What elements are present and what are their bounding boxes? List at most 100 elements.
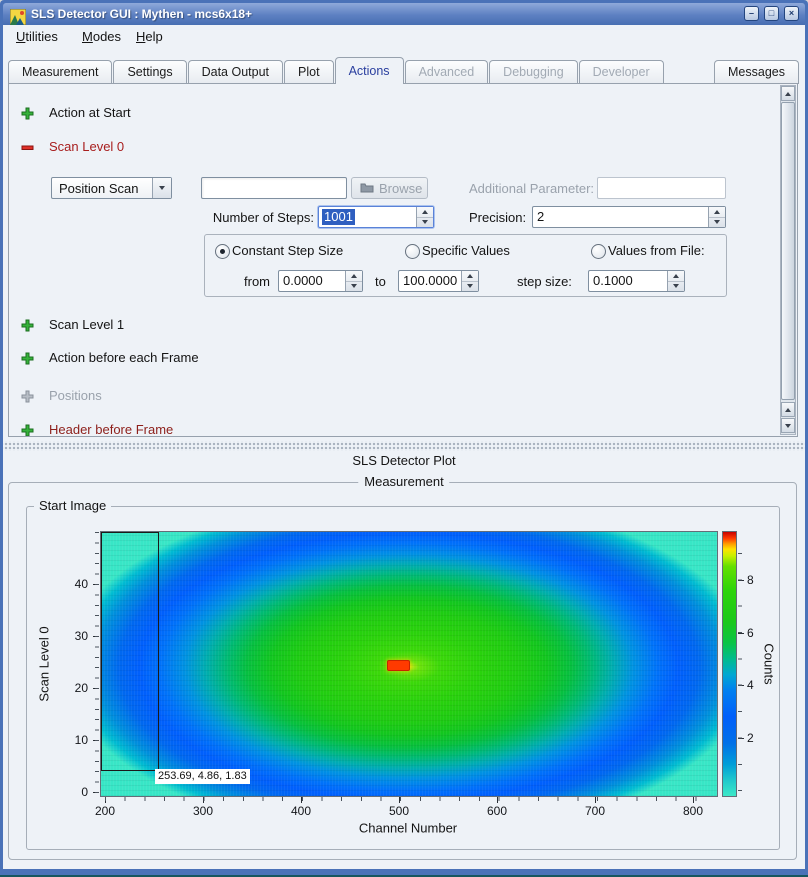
tab-advanced: Advanced: [405, 60, 489, 84]
scrollbar-thumb[interactable]: [781, 102, 795, 400]
cursor-readout: 253.69, 4.86, 1.83: [155, 769, 250, 784]
browse-button-label: Browse: [379, 181, 422, 196]
constant-step-size-label[interactable]: Constant Step Size: [232, 243, 343, 258]
colorbar-axis-label: Counts: [762, 643, 777, 684]
heatmap-canvas[interactable]: 253.69, 4.86, 1.83: [100, 531, 718, 797]
start-image-title: Start Image: [34, 498, 111, 513]
menu-modes[interactable]: Modes: [78, 28, 125, 45]
tab-actions[interactable]: Actions: [335, 57, 404, 84]
expand-plus-icon[interactable]: [21, 424, 34, 437]
dock-title: SLS Detector Plot: [0, 453, 808, 468]
x-tick-label: 400: [286, 804, 316, 818]
menu-help[interactable]: Help: [132, 28, 167, 45]
values-from-file-label[interactable]: Values from File:: [608, 243, 705, 258]
tab-plot[interactable]: Plot: [284, 60, 334, 84]
tab-developer: Developer: [579, 60, 664, 84]
spin-down-icon[interactable]: [668, 282, 684, 292]
spin-up-icon[interactable]: [462, 271, 478, 282]
close-button[interactable]: ×: [784, 6, 799, 21]
from-value[interactable]: 0.0000: [283, 273, 323, 289]
header-before-frame-label[interactable]: Header before Frame: [49, 422, 173, 437]
spin-down-icon[interactable]: [462, 282, 478, 292]
spin-up-icon[interactable]: [709, 207, 725, 218]
to-label: to: [375, 274, 386, 289]
tab-debugging: Debugging: [489, 60, 577, 84]
tab-settings[interactable]: Settings: [113, 60, 186, 84]
constant-step-size-radio[interactable]: [215, 244, 230, 259]
colorbar-tick-label: 4: [747, 678, 754, 692]
x-tick-label: 300: [188, 804, 218, 818]
colorbar: [722, 531, 737, 797]
minimize-button[interactable]: –: [744, 6, 759, 21]
step-size-spinbox[interactable]: 0.1000: [588, 270, 685, 292]
y-tick-label: 20: [64, 681, 88, 695]
chevron-down-icon[interactable]: [152, 178, 171, 198]
splitter-handle[interactable]: [3, 441, 805, 451]
x-tick-label: 800: [678, 804, 708, 818]
positions-label: Positions: [49, 388, 102, 403]
menu-utilities[interactable]: Utilities: [12, 28, 62, 45]
to-spinbox[interactable]: 100.0000: [398, 270, 479, 292]
number-of-steps-spinbox[interactable]: 1001: [318, 206, 434, 228]
scan-level-0-label[interactable]: Scan Level 0: [49, 139, 124, 154]
x-tick-label: 600: [482, 804, 512, 818]
colorbar-tick-label: 8: [747, 573, 754, 587]
step-size-label: step size:: [517, 274, 572, 289]
zoom-selection-rect: [101, 532, 159, 771]
maximize-button[interactable]: □: [764, 6, 779, 21]
expand-plus-disabled-icon: [21, 390, 34, 403]
tab-bar: Measurement Settings Data Output Plot Ac…: [8, 60, 800, 84]
precision-spinbox[interactable]: 2: [532, 206, 726, 228]
collapse-minus-icon[interactable]: [21, 141, 34, 154]
colorbar-tick-label: 6: [747, 626, 754, 640]
tab-data-output[interactable]: Data Output: [188, 60, 283, 84]
scan-mode-combobox[interactable]: Position Scan: [51, 177, 172, 199]
spin-down-icon[interactable]: [709, 218, 725, 228]
action-before-each-frame-label[interactable]: Action before each Frame: [49, 350, 199, 365]
scroll-up-icon[interactable]: [781, 86, 795, 101]
y-tick-label: 30: [64, 629, 88, 643]
specific-values-label[interactable]: Specific Values: [422, 243, 510, 258]
expand-plus-icon[interactable]: [21, 319, 34, 332]
browse-icon: [360, 181, 374, 196]
colorbar-tick-label: 2: [747, 731, 754, 745]
scroll-up-icon[interactable]: [781, 402, 795, 417]
tab-messages[interactable]: Messages: [714, 60, 799, 84]
scroll-down-icon[interactable]: [781, 418, 795, 433]
number-of-steps-value[interactable]: 1001: [322, 209, 355, 225]
spin-up-icon[interactable]: [417, 207, 433, 218]
y-axis-label: Scan Level 0: [37, 626, 52, 701]
from-spinbox[interactable]: 0.0000: [278, 270, 363, 292]
y-axis-minor-ticks: [95, 532, 99, 793]
y-tick-label: 40: [64, 577, 88, 591]
app-window: SLS Detector GUI : Mythen - mcs6x18+ – □…: [0, 0, 808, 877]
browse-button: Browse: [351, 177, 428, 199]
to-value[interactable]: 100.0000: [403, 273, 457, 289]
x-tick-label: 500: [384, 804, 414, 818]
tab-measurement[interactable]: Measurement: [8, 60, 112, 84]
specific-values-radio[interactable]: [405, 244, 420, 259]
vertical-scrollbar[interactable]: [780, 85, 796, 435]
precision-value[interactable]: 2: [537, 209, 544, 225]
actions-pane: Action at Start Scan Level 0 Position Sc…: [8, 83, 798, 437]
scan-script-input[interactable]: [201, 177, 347, 199]
spin-up-icon[interactable]: [668, 271, 684, 282]
heatmap-peak-marker: [387, 660, 410, 671]
y-tick-label: 0: [64, 785, 88, 799]
additional-parameter-input: [597, 177, 726, 199]
spin-up-icon[interactable]: [346, 271, 362, 282]
spin-down-icon[interactable]: [346, 282, 362, 292]
step-size-value[interactable]: 0.1000: [593, 273, 633, 289]
from-label: from: [244, 274, 270, 289]
colorbar-minor-ticks: [738, 553, 742, 793]
values-from-file-radio[interactable]: [591, 244, 606, 259]
x-axis-minor-ticks: [105, 797, 715, 801]
measurement-group-title: Measurement: [358, 474, 449, 489]
expand-plus-icon[interactable]: [21, 107, 34, 120]
expand-plus-icon[interactable]: [21, 352, 34, 365]
scan-level-1-label[interactable]: Scan Level 1: [49, 317, 124, 332]
number-of-steps-label: Number of Steps:: [199, 210, 314, 225]
action-at-start-label[interactable]: Action at Start: [49, 105, 131, 120]
titlebar[interactable]: SLS Detector GUI : Mythen - mcs6x18+ – □…: [3, 3, 805, 25]
spin-down-icon[interactable]: [417, 218, 433, 228]
